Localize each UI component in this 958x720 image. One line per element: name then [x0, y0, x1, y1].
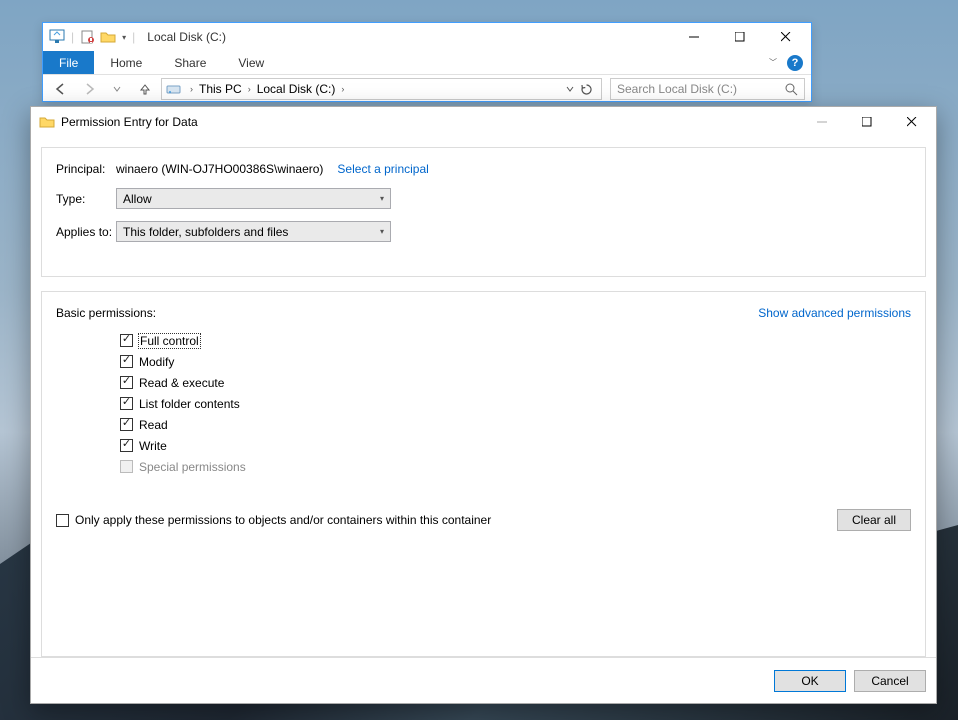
- type-select[interactable]: Allow ▾: [116, 188, 391, 209]
- tab-share[interactable]: Share: [158, 51, 222, 74]
- read-execute-checkbox[interactable]: [120, 376, 133, 389]
- drive-icon: [166, 81, 182, 97]
- close-button[interactable]: [763, 23, 809, 51]
- up-button[interactable]: [133, 77, 157, 101]
- forward-button[interactable]: [77, 77, 101, 101]
- applies-to-label: Applies to:: [56, 225, 116, 239]
- breadcrumb-this-pc[interactable]: This PC: [197, 82, 244, 96]
- write-checkbox[interactable]: [120, 439, 133, 452]
- minimize-button: [799, 108, 844, 136]
- nav-row: › This PC › Local Disk (C:) ›: [43, 75, 811, 103]
- help-icon[interactable]: ?: [787, 55, 803, 71]
- read-execute-label: Read & execute: [139, 376, 224, 390]
- special-permissions-label: Special permissions: [139, 460, 246, 474]
- only-apply-checkbox[interactable]: [56, 514, 69, 527]
- explorer-window: | ▾ | Local Disk (C:) File Home Share Vi…: [42, 22, 812, 102]
- clear-all-label: Clear all: [852, 513, 896, 527]
- separator: |: [71, 30, 74, 44]
- maximize-button[interactable]: [717, 23, 763, 51]
- explorer-title: Local Disk (C:): [147, 30, 226, 44]
- full-control-label: Full control: [139, 334, 200, 348]
- only-apply-label: Only apply these permissions to objects …: [75, 513, 491, 527]
- special-permissions-checkbox: [120, 460, 133, 473]
- principal-section: Principal: winaero (WIN-OJ7HO00386S\wina…: [41, 147, 926, 277]
- type-label: Type:: [56, 192, 116, 206]
- type-value: Allow: [123, 192, 152, 206]
- dialog-title-bar: Permission Entry for Data: [31, 107, 936, 137]
- chevron-right-icon[interactable]: ›: [186, 84, 197, 94]
- dialog-title: Permission Entry for Data: [61, 115, 198, 129]
- minimize-button[interactable]: [671, 23, 717, 51]
- search-input[interactable]: [617, 82, 785, 96]
- applies-to-select[interactable]: This folder, subfolders and files ▾: [116, 221, 391, 242]
- folder-icon: [39, 114, 55, 130]
- principal-value: winaero (WIN-OJ7HO00386S\winaero): [116, 162, 323, 176]
- clear-all-button[interactable]: Clear all: [837, 509, 911, 531]
- principal-label: Principal:: [56, 162, 116, 176]
- breadcrumb-dropdown-icon[interactable]: [566, 85, 574, 93]
- tab-view[interactable]: View: [222, 51, 280, 74]
- back-button[interactable]: [49, 77, 73, 101]
- chevron-down-icon: ▾: [380, 227, 384, 236]
- cancel-label: Cancel: [871, 674, 908, 688]
- list-folder-label: List folder contents: [139, 397, 240, 411]
- ribbon-tabs: File Home Share View ﹀ ?: [43, 51, 811, 75]
- tab-file[interactable]: File: [43, 51, 94, 74]
- read-checkbox[interactable]: [120, 418, 133, 431]
- show-advanced-link[interactable]: Show advanced permissions: [758, 306, 911, 320]
- applies-to-value: This folder, subfolders and files: [123, 225, 288, 239]
- permission-dialog: Permission Entry for Data Principal: win…: [30, 106, 937, 704]
- select-principal-link[interactable]: Select a principal: [337, 162, 428, 176]
- permissions-section: Basic permissions: Show advanced permiss…: [41, 291, 926, 657]
- cancel-button[interactable]: Cancel: [854, 670, 926, 692]
- breadcrumb-bar[interactable]: › This PC › Local Disk (C:) ›: [161, 78, 602, 100]
- write-label: Write: [139, 439, 167, 453]
- explorer-app-icon: [49, 29, 65, 45]
- properties-icon[interactable]: [80, 29, 96, 45]
- modify-checkbox[interactable]: [120, 355, 133, 368]
- expand-ribbon-icon[interactable]: ﹀: [769, 57, 777, 68]
- chevron-down-icon: ▾: [380, 194, 384, 203]
- modify-label: Modify: [139, 355, 174, 369]
- explorer-title-bar: | ▾ | Local Disk (C:): [43, 23, 811, 51]
- separator: |: [132, 30, 135, 44]
- refresh-icon[interactable]: [580, 83, 593, 96]
- full-control-checkbox[interactable]: [120, 334, 133, 347]
- quick-access-dropdown-icon[interactable]: ▾: [122, 33, 126, 42]
- recent-dropdown-icon[interactable]: [105, 77, 129, 101]
- search-icon[interactable]: [785, 83, 798, 96]
- tab-home[interactable]: Home: [94, 51, 158, 74]
- close-button[interactable]: [889, 108, 934, 136]
- breadcrumb-local-disk[interactable]: Local Disk (C:): [255, 82, 338, 96]
- basic-permissions-label: Basic permissions:: [56, 306, 156, 320]
- maximize-button[interactable]: [844, 108, 889, 136]
- read-label: Read: [139, 418, 168, 432]
- chevron-right-icon[interactable]: ›: [244, 84, 255, 94]
- ok-label: OK: [801, 674, 818, 688]
- ok-button[interactable]: OK: [774, 670, 846, 692]
- chevron-right-icon[interactable]: ›: [337, 84, 348, 94]
- list-folder-checkbox[interactable]: [120, 397, 133, 410]
- dialog-footer: OK Cancel: [31, 657, 936, 703]
- folder-icon[interactable]: [100, 29, 116, 45]
- search-box[interactable]: [610, 78, 805, 100]
